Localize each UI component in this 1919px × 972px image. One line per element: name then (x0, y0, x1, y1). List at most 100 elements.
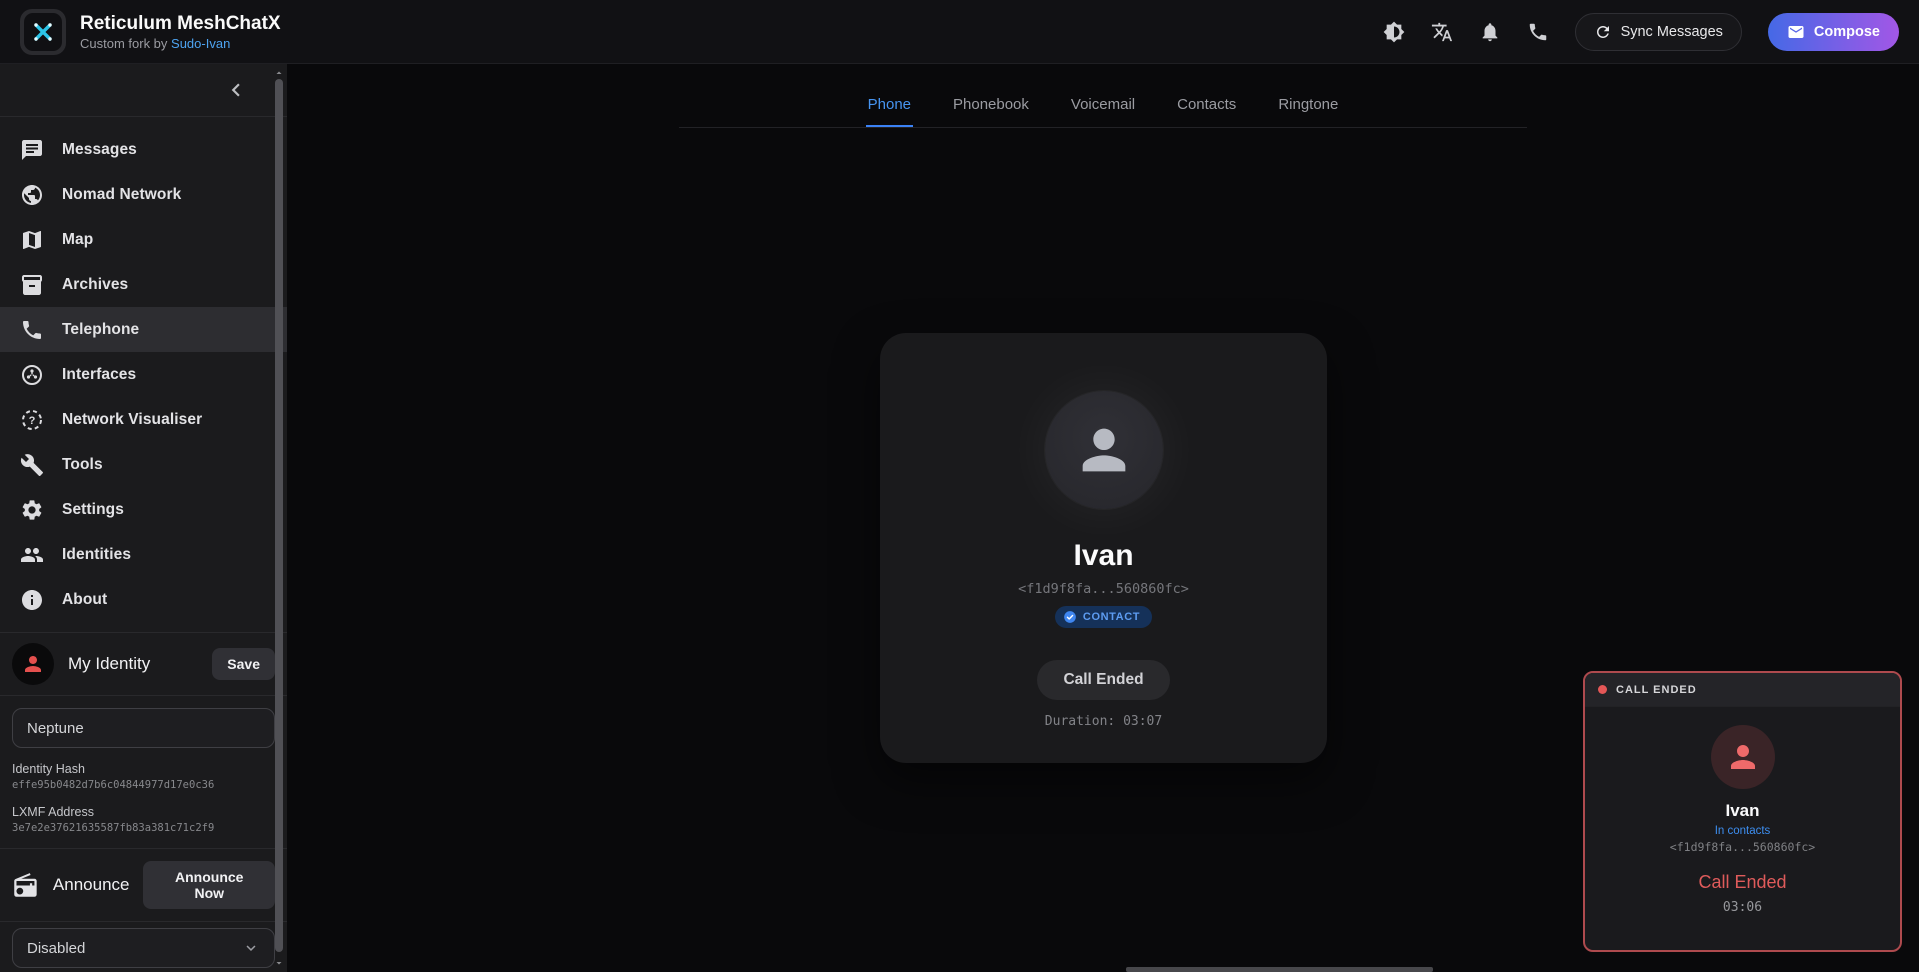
app-header: Reticulum MeshChatX Custom fork by Sudo-… (0, 0, 1919, 64)
notification-title: CALL ENDED (1616, 684, 1697, 696)
status-dot-icon (1598, 685, 1607, 694)
save-button[interactable]: Save (212, 648, 275, 680)
notification-caller-hash: <f1d9f8fa...560860fc> (1670, 840, 1815, 854)
call-status-button[interactable]: Call Ended (1037, 660, 1169, 700)
contact-badge: CONTACT (1055, 606, 1152, 628)
sidebar-item-nomad-network[interactable]: Nomad Network (0, 172, 287, 217)
app-logo (20, 9, 66, 55)
sidebar-item-label: Tools (62, 456, 103, 474)
sidebar-scrollbar[interactable] (273, 64, 285, 972)
app-subtitle: Custom fork by Sudo-Ivan (80, 36, 281, 51)
identity-name-input[interactable] (12, 708, 275, 748)
refresh-icon (1594, 23, 1612, 41)
call-avatar (1045, 391, 1163, 509)
caller-name: Ivan (1073, 539, 1133, 573)
brightness-icon[interactable] (1383, 21, 1405, 43)
sidebar-menu: Messages Nomad Network Map Archives Telephon… (0, 117, 287, 632)
sidebar-item-identities[interactable]: Identities (0, 532, 287, 577)
sync-messages-button[interactable]: Sync Messages (1575, 13, 1742, 51)
network-icon: ? (20, 408, 44, 432)
sidebar-item-label: Archives (62, 276, 128, 294)
radio-icon (12, 872, 39, 899)
call-ended-notification[interactable]: CALL ENDED Ivan In contacts <f1d9f8fa...… (1583, 671, 1902, 952)
sidebar-item-label: Telephone (62, 321, 139, 339)
notification-avatar (1711, 725, 1775, 789)
sidebar-item-label: Identities (62, 546, 131, 564)
notifications-icon[interactable] (1479, 21, 1501, 43)
tab-phonebook[interactable]: Phonebook (951, 90, 1031, 127)
horizontal-scrollbar-thumb[interactable] (1126, 967, 1433, 972)
main-content: PhonePhonebookVoicemailContactsRingtone … (287, 64, 1919, 972)
my-identity-avatar (12, 643, 54, 685)
tab-ringtone[interactable]: Ringtone (1276, 90, 1340, 127)
map-icon (20, 228, 44, 252)
sidebar-item-settings[interactable]: Settings (0, 487, 287, 532)
divider (0, 695, 287, 696)
sidebar-item-telephone[interactable]: Telephone (0, 307, 287, 352)
sidebar: Messages Nomad Network Map Archives Telephon… (0, 64, 287, 972)
scroll-up-arrow-icon[interactable] (273, 66, 285, 78)
sidebar-item-label: Network Visualiser (62, 411, 202, 429)
announce-title: Announce (53, 875, 130, 895)
person-icon (1725, 739, 1761, 775)
sidebar-item-map[interactable]: Map (0, 217, 287, 262)
announce-now-button[interactable]: Announce Now (143, 861, 275, 909)
sidebar-item-label: Nomad Network (62, 186, 181, 204)
archive-icon (20, 273, 44, 297)
last-announced-text: Last announced: 2 hours ago (0, 968, 287, 972)
app-title: Reticulum MeshChatX (80, 12, 281, 36)
notification-call-time: 03:06 (1723, 900, 1762, 915)
identity-hash-value: effe95b0482d7b6c04844977d17e0c36 (12, 779, 275, 791)
call-card: Ivan <f1d9f8fa...560860fc> CONTACT Call … (880, 333, 1327, 763)
tab-phone[interactable]: Phone (866, 90, 913, 127)
phone-tabs: Phone Phonebook Voicemail Contacts Ringtone (679, 90, 1527, 128)
notification-status: Call Ended (1698, 872, 1786, 893)
sidebar-item-label: Settings (62, 501, 124, 519)
lxmf-address-label: LXMF Address (12, 805, 275, 819)
wrench-icon (20, 453, 44, 477)
tab-voicemail[interactable]: Voicemail (1069, 90, 1137, 127)
call-duration: Duration: 03:07 (1045, 714, 1162, 729)
notification-header: CALL ENDED (1585, 673, 1900, 707)
phone-header-icon[interactable] (1527, 21, 1549, 43)
phone-icon (20, 318, 44, 342)
scroll-down-arrow-icon[interactable] (273, 956, 285, 968)
people-icon (20, 543, 44, 567)
sidebar-item-messages[interactable]: Messages (0, 127, 287, 172)
sidebar-scrollbar-thumb[interactable] (275, 79, 283, 952)
notification-caller-name: Ivan (1725, 801, 1759, 821)
divider (0, 921, 287, 922)
info-icon (20, 588, 44, 612)
globe-icon (20, 183, 44, 207)
subtitle-author-link[interactable]: Sudo-Ivan (171, 36, 230, 51)
sidebar-item-tools[interactable]: Tools (0, 442, 287, 487)
x-logo-icon (24, 13, 62, 51)
svg-text:?: ? (29, 415, 36, 427)
caller-hash: <f1d9f8fa...560860fc> (1018, 581, 1189, 597)
lxmf-address-value: 3e7e2e37621635587fb83a381c71c2f9 (12, 822, 275, 834)
compose-button[interactable]: Compose (1768, 13, 1899, 51)
in-contacts-link[interactable]: In contacts (1715, 825, 1771, 837)
hub-icon (20, 363, 44, 387)
envelope-icon (1787, 23, 1805, 41)
chevron-down-icon (242, 939, 260, 957)
chat-icon (20, 138, 44, 162)
announce-interval-select[interactable]: Disabled (12, 928, 275, 968)
sidebar-collapse-button[interactable] (223, 77, 249, 103)
sidebar-item-label: Map (62, 231, 93, 249)
identity-hash-label: Identity Hash (12, 762, 275, 776)
person-icon (21, 652, 45, 676)
sidebar-item-archives[interactable]: Archives (0, 262, 287, 307)
tab-contacts[interactable]: Contacts (1175, 90, 1238, 127)
sidebar-item-label: About (62, 591, 107, 609)
verified-icon (1063, 610, 1077, 624)
person-icon (1072, 418, 1136, 482)
gear-icon (20, 498, 44, 522)
sidebar-item-label: Interfaces (62, 366, 136, 384)
my-identity-title: My Identity (68, 654, 150, 674)
sidebar-item-about[interactable]: About (0, 577, 287, 622)
sidebar-item-label: Messages (62, 141, 137, 159)
sidebar-item-network-visualiser[interactable]: ? Network Visualiser (0, 397, 287, 442)
translate-icon[interactable] (1431, 21, 1453, 43)
sidebar-item-interfaces[interactable]: Interfaces (0, 352, 287, 397)
